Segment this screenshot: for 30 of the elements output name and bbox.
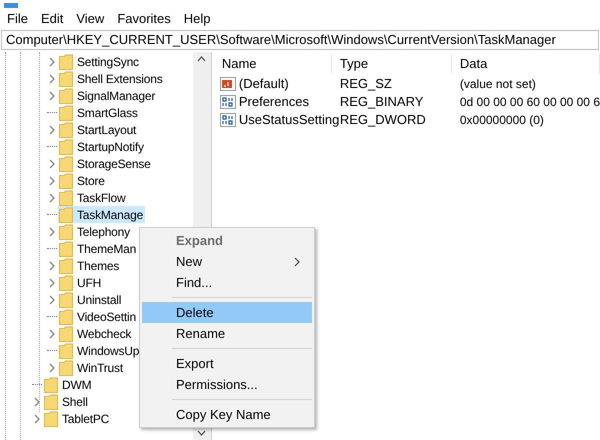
tree-item-label: StartupNotify [77,138,144,156]
tree-item-label: Shell [62,394,88,410]
value-type: REG_SZ [338,75,393,93]
tree-item-label: ThemeMan [77,240,136,258]
tree-item-label: TabletPC [62,410,110,428]
value-name: UseStatusSetting [238,111,340,129]
tree-item-label: Store [77,172,105,190]
tree-item-label: TaskManage [77,206,144,224]
tree-item-label: StorageSense [77,156,151,172]
tree-item-label: SignalManager [77,88,156,104]
tree-item-label: DWM [62,376,92,394]
value-data: (value not set) [458,76,537,93]
value-name: Preferences [238,93,309,111]
value-name: (Default) [238,75,289,93]
value-data: 0d 00 00 00 60 00 00 00 6 [458,94,600,111]
tree-item-label: StartLayout [77,122,136,138]
tree-item-label: TaskFlow [77,190,126,206]
value-type: REG_BINARY [338,93,424,111]
tree-item-label: Shell Extensions [77,70,163,88]
tree-item-label: WinTrust [77,360,123,376]
tree-item-label: Uninstall [77,292,122,308]
tree-item-label: Webcheck [77,326,132,342]
tree-item-label: WindowsUp [77,342,140,360]
tree-item-label: SmartGlass [77,104,138,122]
value-data: 0x00000000 (0) [458,112,545,129]
tree-item-label: SettingSync [77,54,139,70]
tree-item-label: Telephony [77,224,130,240]
tree-item-label: Themes [77,258,120,274]
tree-item-label: UFH [77,274,102,292]
tree-item-label: VideoSettin [77,308,136,326]
